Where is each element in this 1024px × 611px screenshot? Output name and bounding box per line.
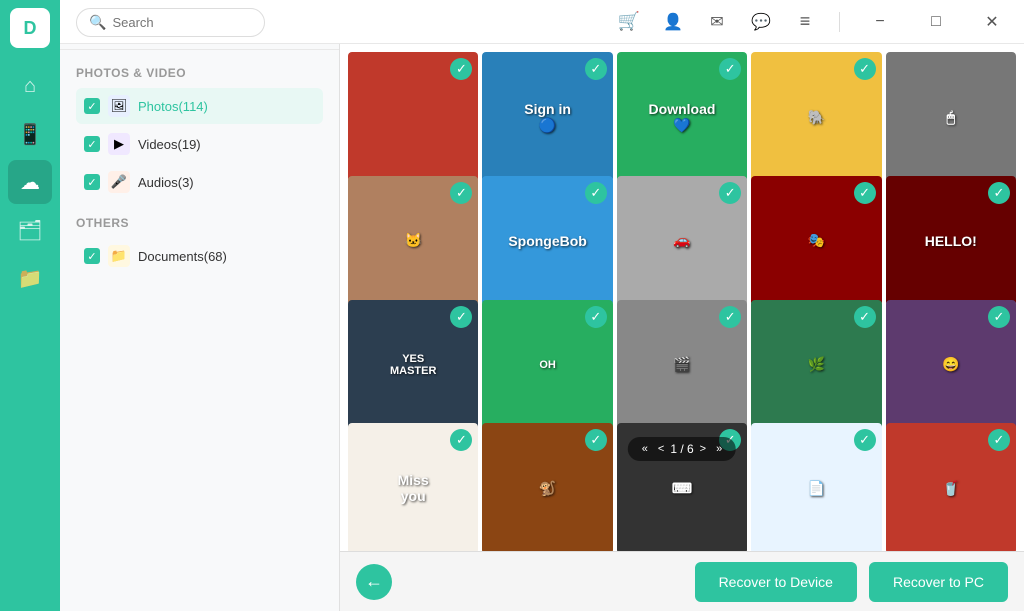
docs-label: Documents(68): [138, 249, 315, 264]
cart-icon[interactable]: 🛒: [615, 8, 643, 36]
nav-phone[interactable]: 📱: [8, 112, 52, 156]
minimize-button[interactable]: −: [860, 0, 900, 44]
grid-item-10[interactable]: HELLO!✓: [886, 176, 1016, 306]
grid-item-9[interactable]: 🎭✓: [751, 176, 881, 306]
pagination-first[interactable]: «: [638, 441, 652, 457]
nav-restore[interactable]: 🗂: [8, 208, 52, 252]
pagination-info: 1 / 6: [670, 442, 693, 456]
back-button[interactable]: ←: [356, 564, 392, 600]
grid-item-15[interactable]: 😄✓: [886, 300, 1016, 430]
search-input[interactable]: [112, 15, 252, 30]
grid-item-12[interactable]: OH✓: [482, 300, 612, 430]
check-badge-14: ✓: [854, 306, 876, 328]
photos-label: Photos(114): [138, 99, 315, 114]
recover-to-pc-button[interactable]: Recover to PC: [869, 562, 1008, 602]
docs-icon: 📁: [108, 245, 130, 267]
app-logo: D: [10, 8, 50, 48]
section-title-others: Others: [76, 216, 323, 230]
videos-label: Videos(19): [138, 137, 315, 152]
nav-backup[interactable]: ☁: [8, 160, 52, 204]
section-title-photos-video: Photos & Video: [76, 66, 323, 80]
search-bar[interactable]: 🔍: [76, 8, 265, 37]
grid-item-14[interactable]: 🌿✓: [751, 300, 881, 430]
videos-checkbox[interactable]: ✓: [84, 136, 100, 152]
pagination-next[interactable]: >: [696, 441, 710, 457]
grid-item-16[interactable]: Miss you✓: [348, 423, 478, 551]
check-badge-6: ✓: [450, 182, 472, 204]
grid-item-19[interactable]: 📄✓: [751, 423, 881, 551]
videos-icon: ▶: [108, 133, 130, 155]
maximize-button[interactable]: □: [916, 0, 956, 44]
check-badge-9: ✓: [854, 182, 876, 204]
recover-to-device-button[interactable]: Recover to Device: [695, 562, 857, 602]
search-icon: 🔍: [89, 14, 106, 31]
nav-folder[interactable]: 📁: [8, 256, 52, 300]
check-badge-10: ✓: [988, 182, 1010, 204]
check-badge-13: ✓: [719, 306, 741, 328]
icon-bar: D ⌂ 📱 ☁ 🗂 📁: [0, 0, 60, 611]
left-panel: ✓ Select All Photos & Video ✓ 🖼 Photos(1…: [60, 0, 340, 611]
grid-item-7[interactable]: SpongeBob✓: [482, 176, 612, 306]
photos-checkbox[interactable]: ✓: [84, 98, 100, 114]
panel-body: Photos & Video ✓ 🖼 Photos(114) ✓ ▶ Video…: [60, 50, 339, 611]
close-button[interactable]: ✕: [972, 0, 1012, 44]
grid-item-4[interactable]: 🐘✓: [751, 52, 881, 182]
grid-item-5[interactable]: 🖱: [886, 52, 1016, 182]
category-documents[interactable]: ✓ 📁 Documents(68): [76, 238, 323, 274]
grid-item-3[interactable]: Download 💙✓: [617, 52, 747, 182]
nav-home[interactable]: ⌂: [8, 64, 52, 108]
check-badge-11: ✓: [450, 306, 472, 328]
check-badge-19: ✓: [854, 429, 876, 451]
bottom-bar: ← Recover to Device Recover to PC: [340, 551, 1024, 611]
check-badge-12: ✓: [585, 306, 607, 328]
grid-item-13[interactable]: 🎬✓: [617, 300, 747, 430]
check-badge-7: ✓: [585, 182, 607, 204]
audios-icon: 🎤: [108, 171, 130, 193]
check-badge-15: ✓: [988, 306, 1010, 328]
title-bar: 🛒 👤 ✉ 💬 ≡ − □ ✕ 🔍: [60, 0, 1024, 44]
docs-checkbox[interactable]: ✓: [84, 248, 100, 264]
main-content: 🛒 👤 ✉ 💬 ≡ − □ ✕ 🔍 ✓Sign in 🔵✓Download 💙✓…: [340, 0, 1024, 611]
mail-icon[interactable]: ✉: [703, 8, 731, 36]
chat-icon[interactable]: 💬: [747, 8, 775, 36]
grid-wrapper: ✓Sign in 🔵✓Download 💙✓🐘✓🖱🐱✓SpongeBob✓🚗✓🎭…: [340, 44, 1024, 551]
grid-item-2[interactable]: Sign in 🔵✓: [482, 52, 612, 182]
grid-item-11[interactable]: YES MASTER✓: [348, 300, 478, 430]
grid-item-8[interactable]: 🚗✓: [617, 176, 747, 306]
pagination-overlay[interactable]: « < 1 / 6 > »: [628, 437, 736, 461]
audios-label: Audios(3): [138, 175, 315, 190]
grid-item-20[interactable]: 🥤✓: [886, 423, 1016, 551]
pagination-last[interactable]: »: [712, 441, 726, 457]
check-badge-4: ✓: [854, 58, 876, 80]
category-photos[interactable]: ✓ 🖼 Photos(114): [76, 88, 323, 124]
category-audios[interactable]: ✓ 🎤 Audios(3): [76, 164, 323, 200]
grid-item-1[interactable]: ✓: [348, 52, 478, 182]
photo-grid: ✓Sign in 🔵✓Download 💙✓🐘✓🖱🐱✓SpongeBob✓🚗✓🎭…: [340, 44, 1024, 551]
check-badge-17: ✓: [585, 429, 607, 451]
audios-checkbox[interactable]: ✓: [84, 174, 100, 190]
user-icon[interactable]: 👤: [659, 8, 687, 36]
menu-icon[interactable]: ≡: [791, 8, 819, 36]
photos-icon: 🖼: [108, 95, 130, 117]
grid-item-6[interactable]: 🐱✓: [348, 176, 478, 306]
check-badge-8: ✓: [719, 182, 741, 204]
grid-item-17[interactable]: 🐒✓: [482, 423, 612, 551]
category-videos[interactable]: ✓ ▶ Videos(19): [76, 126, 323, 162]
pagination-prev[interactable]: <: [654, 441, 668, 457]
check-badge-2: ✓: [585, 58, 607, 80]
